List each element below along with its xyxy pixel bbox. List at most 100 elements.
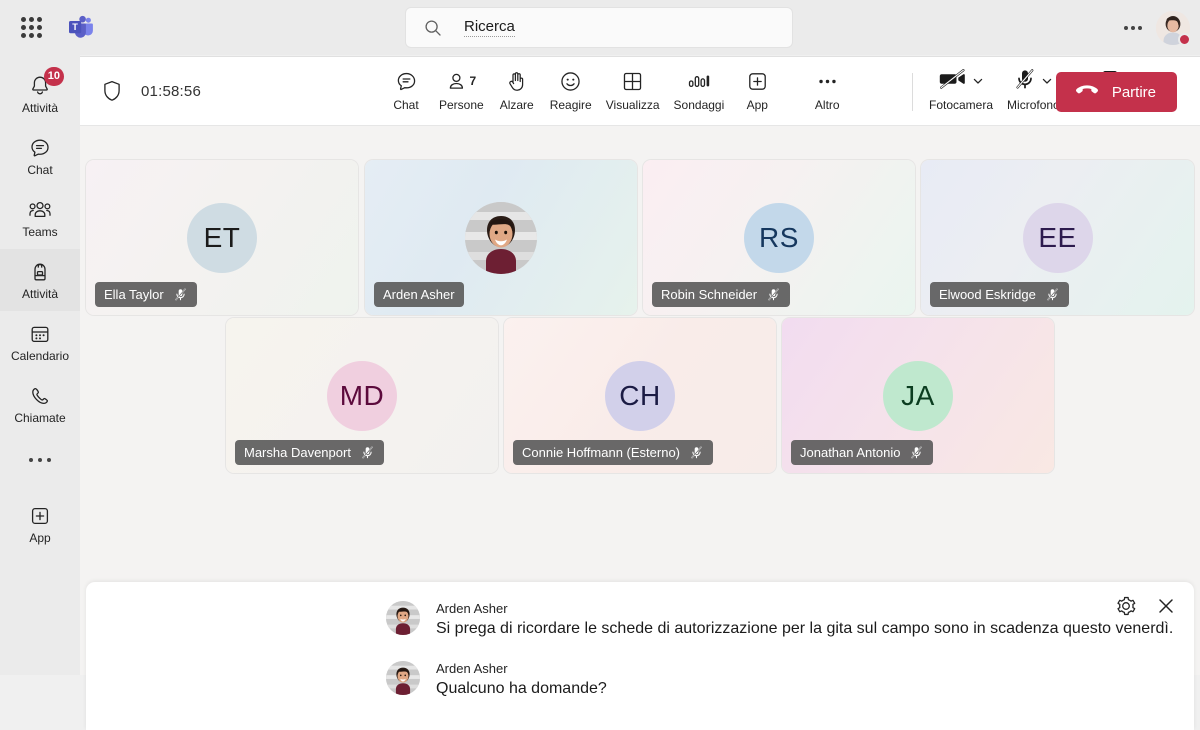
chat-message-body: Arden Asher Si prega di ricordare le sch…	[436, 601, 1173, 638]
leave-label: Partire	[1111, 83, 1156, 101]
ellipsis-dot	[29, 458, 33, 462]
toolbar-button-label: Persone	[439, 98, 484, 112]
ellipsis-dot	[1131, 25, 1135, 30]
toolbar-raise-hand-button[interactable]: Alzare	[491, 57, 543, 112]
chevron-down-icon[interactable]	[972, 75, 984, 87]
sidebar-item-label: Calendario	[10, 348, 70, 363]
camera-off-icon	[938, 67, 968, 96]
camera-label: Fotocamera	[929, 98, 994, 112]
more-options-icon[interactable]	[1116, 11, 1150, 45]
sidebar-item-label: Attività	[21, 100, 58, 115]
waffle-dot	[20, 33, 26, 38]
presence-badge	[1178, 32, 1191, 46]
search-input[interactable]: Ricerca	[464, 18, 515, 37]
participant-name-badge: Connie Hoffmann (Esterno)	[513, 440, 714, 465]
participant-name: Ella Taylor	[104, 287, 164, 302]
chat-message: Arden Asher Qualcuno ha domande?	[386, 661, 607, 698]
toolbar-more-button[interactable]: Altro	[801, 57, 853, 112]
plus-box-icon	[28, 503, 52, 529]
sidebar-item-attivita-assignments[interactable]: Attività	[0, 249, 80, 311]
microphone-label: Microfono	[1007, 98, 1060, 112]
chat-message-author: Arden Asher	[436, 661, 508, 676]
leave-meeting-button[interactable]: Partire	[1055, 72, 1177, 112]
chat-message: Arden Asher Si prega di ricordare le sch…	[386, 601, 1173, 638]
grid-view-icon	[620, 68, 645, 94]
sidebar-item-calendario[interactable]: Calendario	[0, 311, 80, 373]
mic-off-icon	[175, 288, 186, 301]
waffle-dot	[28, 33, 34, 38]
sidebar-item-chat[interactable]: Chat	[0, 125, 80, 187]
meeting-timer: 01:58:56	[141, 82, 201, 100]
participant-tile[interactable]: ET Ella Taylor	[86, 160, 358, 315]
ellipsis-dot	[38, 458, 42, 462]
ellipsis-dot	[47, 458, 51, 462]
participant-avatar-initials: CH	[605, 360, 675, 431]
ellipsis-dot	[1138, 25, 1142, 30]
sidebar-item-attivita-activity[interactable]: 10 Attività	[0, 63, 80, 125]
participant-name-badge: Ella Taylor	[95, 282, 197, 307]
participant-name-badge: Marsha Davenport	[235, 440, 384, 465]
app-launcher-icon[interactable]	[14, 11, 48, 45]
toolbar-divider	[912, 73, 913, 111]
chat-overlay-panel: Arden Asher Si prega di ricordare le sch…	[86, 582, 1194, 730]
participant-name: Jonathan Antonio	[800, 445, 901, 460]
more-apps-icon[interactable]	[0, 435, 80, 485]
participant-name: Elwood Eskridge	[939, 287, 1036, 302]
search-bar[interactable]: Ricerca	[406, 8, 792, 47]
raise-hand-icon	[505, 68, 529, 94]
participant-tile[interactable]: Arden Asher	[365, 160, 637, 315]
sidebar-item-label: Attività	[21, 286, 58, 301]
toolbar-react-button[interactable]: Reagire	[543, 57, 599, 112]
toolbar-chat-button[interactable]: Chat	[380, 57, 432, 112]
participant-tile[interactable]: RS Robin Schneider	[643, 160, 915, 315]
toolbar-app-button[interactable]: App	[731, 57, 783, 112]
toolbar-button-label: App	[746, 98, 768, 112]
participant-name-badge: Elwood Eskridge	[930, 282, 1069, 307]
sidebar-item-label: Chiamate	[14, 410, 66, 425]
plus-box-icon	[745, 68, 770, 94]
teams-logo-icon[interactable]: T	[66, 13, 96, 43]
chat-bubble-icon	[394, 68, 419, 94]
backpack-icon	[28, 259, 52, 285]
chat-message-body: Arden Asher Qualcuno ha domande?	[436, 661, 607, 698]
search-icon	[425, 19, 441, 36]
waffle-dot	[36, 25, 42, 30]
waffle-dot	[20, 25, 26, 30]
microphone-toggle[interactable]: Microfono	[1004, 57, 1063, 112]
microphone-row	[1013, 68, 1053, 94]
sidebar-item-label: App	[29, 530, 51, 545]
sidebar-item-teams[interactable]: Teams	[0, 187, 80, 249]
shield-icon[interactable]	[102, 80, 122, 102]
toolbar-button-label: Reagire	[549, 98, 592, 112]
participant-name-badge: Arden Asher	[374, 282, 464, 307]
participant-avatar-photo	[465, 201, 537, 274]
mic-off-icon	[1013, 67, 1037, 96]
sidebar-item-chiamate[interactable]: Chiamate	[0, 373, 80, 435]
participant-name: Arden Asher	[383, 287, 455, 302]
poll-bars-icon	[685, 68, 713, 94]
phone-icon	[28, 383, 52, 409]
ellipsis-icon	[815, 68, 840, 94]
participant-avatar-initials: ET	[187, 202, 257, 273]
svg-text:T: T	[72, 22, 78, 32]
camera-row	[938, 68, 984, 94]
mic-off-icon	[691, 446, 702, 459]
top-bar: T Ricerca	[0, 0, 1200, 55]
participant-tile[interactable]: JA Jonathan Antonio	[782, 318, 1054, 473]
avatar[interactable]	[1156, 10, 1191, 46]
chevron-down-icon[interactable]	[1041, 75, 1053, 87]
participant-tile[interactable]: CH Connie Hoffmann (Esterno)	[504, 318, 776, 473]
sidebar-item-app[interactable]: App	[0, 493, 80, 555]
mic-off-icon	[1047, 288, 1058, 301]
camera-toggle[interactable]: Fotocamera	[926, 57, 996, 112]
participant-tile[interactable]: MD Marsha Davenport	[226, 318, 498, 473]
toolbar-people-button[interactable]: 7 Persone	[432, 57, 491, 112]
waffle-dot	[36, 17, 42, 22]
chat-message-avatar	[386, 661, 420, 695]
bell-icon: 10	[28, 66, 64, 99]
meeting-toolbar: 01:58:56 Chat 7 Persone Alzare Reagire V…	[80, 57, 1200, 126]
toolbar-polls-button[interactable]: Sondaggi	[667, 57, 732, 112]
toolbar-view-button[interactable]: Visualizza	[599, 57, 667, 112]
person-icon: 7	[447, 68, 476, 94]
participant-tile[interactable]: EE Elwood Eskridge	[921, 160, 1194, 315]
